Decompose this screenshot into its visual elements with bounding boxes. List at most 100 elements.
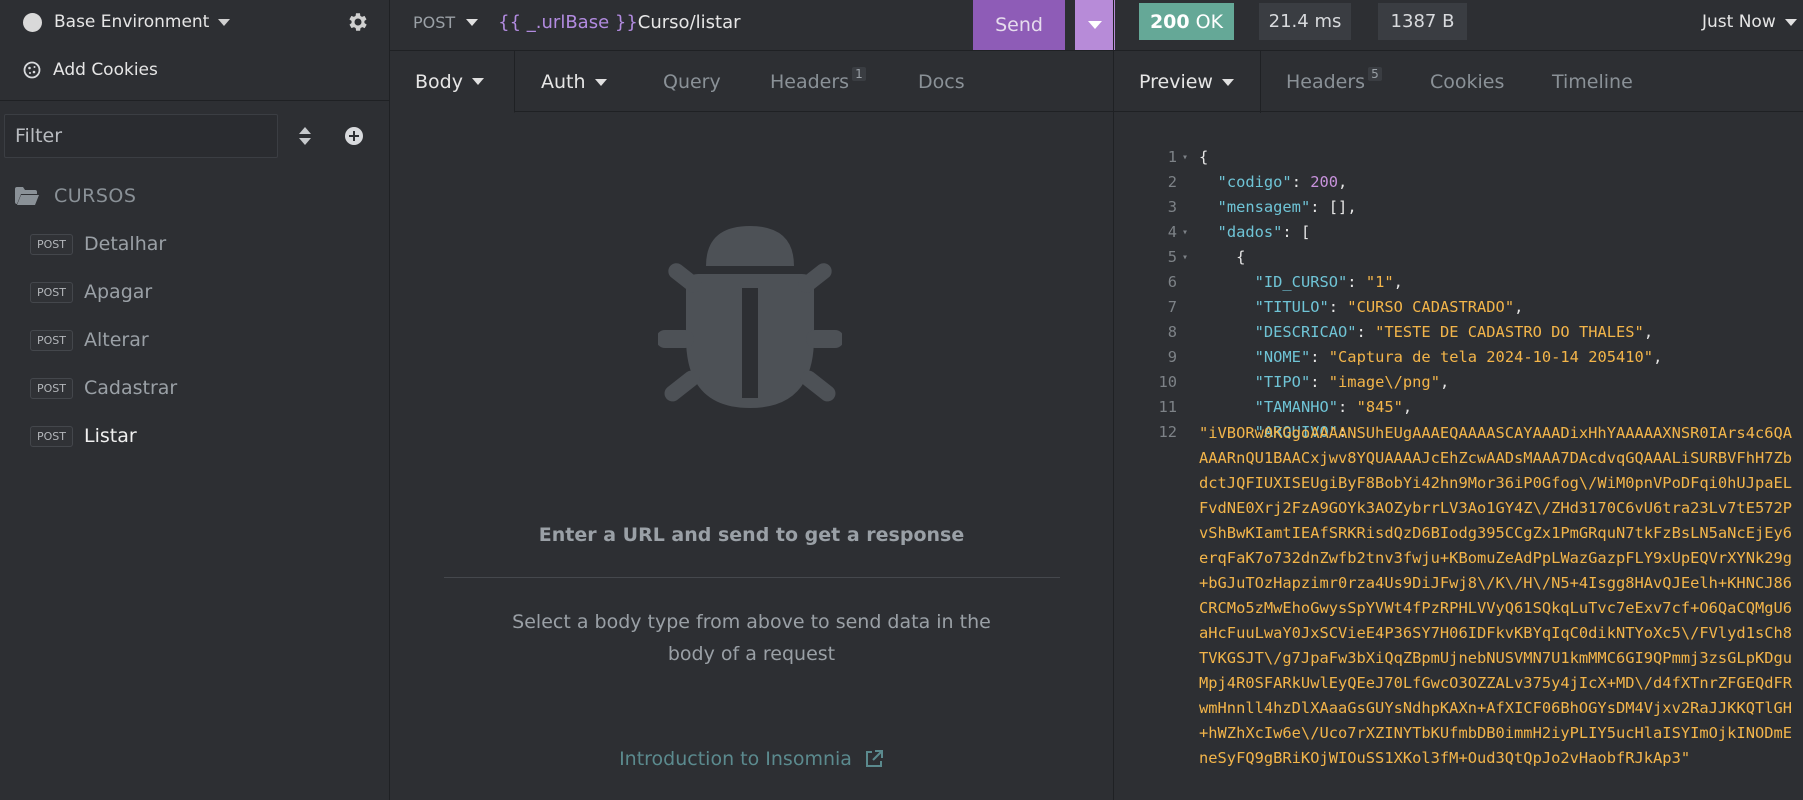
method-badge: POST xyxy=(30,329,73,351)
empty-state-description: Select a body type from above to send da… xyxy=(512,611,991,665)
add-cookies-label: Add Cookies xyxy=(53,60,158,80)
tab-timeline[interactable]: Timeline xyxy=(1552,51,1633,113)
sidebar-item-label: Detalhar xyxy=(84,233,167,255)
introduction-link-label: Introduction to Insomnia xyxy=(619,748,852,770)
response-tabs: Preview Headers 5 Cookies Timeline xyxy=(1114,50,1803,113)
tab-auth[interactable]: Auth xyxy=(541,51,607,113)
tab-body-label: Body xyxy=(415,70,463,93)
tab-preview[interactable]: Preview xyxy=(1114,51,1261,113)
response-time: 21.4 ms xyxy=(1259,3,1351,40)
chevron-down-icon xyxy=(218,18,231,26)
tab-cookies[interactable]: Cookies xyxy=(1430,51,1504,113)
gear-icon[interactable] xyxy=(346,10,370,34)
code-line: 2 "codigo": 200, xyxy=(1167,173,1348,191)
sidebar-divider xyxy=(0,100,390,101)
request-empty-state: Enter a URL and send to get a response S… xyxy=(390,112,1113,800)
code-line: 4 ▾ "dados": [ xyxy=(1167,223,1311,241)
send-button[interactable]: Send xyxy=(973,0,1065,50)
tab-query[interactable]: Query xyxy=(663,51,721,113)
tab-docs-label: Docs xyxy=(918,71,965,93)
folder-label: CURSOS xyxy=(54,185,137,207)
tab-headers-label: Headers xyxy=(770,71,850,93)
code-line: 7 "TITULO": "CURSO CADASTRADO", xyxy=(1167,298,1524,316)
code-line: 1 ▾{ xyxy=(1167,148,1209,166)
add-cookies-button[interactable]: Add Cookies xyxy=(0,48,390,92)
method-badge: POST xyxy=(30,281,73,303)
method-badge: POST xyxy=(30,233,73,255)
bug-icon xyxy=(658,226,842,408)
response-history-dropdown[interactable]: Just Now xyxy=(1702,0,1797,44)
sidebar-item-apagar[interactable]: POST Apagar xyxy=(0,272,390,312)
chevron-down-icon xyxy=(1784,18,1797,26)
sidebar-item-label: Alterar xyxy=(84,329,149,351)
status-code: 200 xyxy=(1149,10,1190,33)
code-line: 12 "ARQUIVO": xyxy=(1158,423,1348,441)
filter-field[interactable] xyxy=(4,114,278,158)
headers-count-badge: 1 xyxy=(852,67,866,81)
sidebar-item-label: Apagar xyxy=(84,281,153,303)
app-window: Base Environment Add Cookies Filter CURS… xyxy=(0,0,1803,800)
empty-state-title: Enter a URL and send to get a response xyxy=(538,524,965,546)
code-line: 10 "TIPO": "image\/png", xyxy=(1158,373,1450,391)
sidebar-item-alterar[interactable]: POST Alterar xyxy=(0,320,390,360)
filter-input[interactable] xyxy=(15,125,277,147)
method-dropdown[interactable]: POST xyxy=(390,12,479,32)
url-path: Curso/listar xyxy=(637,11,741,33)
chevron-down-icon xyxy=(471,78,484,85)
chevron-down-icon xyxy=(1088,21,1102,29)
json-base64-value: "iVBORw0KGgoAAAANSUhEUgAAAEQAAAASCAYAAAD… xyxy=(1199,424,1793,767)
tab-body[interactable]: Body xyxy=(390,51,515,113)
sidebar-item-listar[interactable]: POST Listar xyxy=(0,416,390,456)
status-text: OK xyxy=(1195,10,1224,33)
environment-selector[interactable]: Base Environment xyxy=(0,0,390,44)
chevron-down-icon xyxy=(466,18,479,26)
external-link-icon xyxy=(865,750,883,767)
sort-icon[interactable] xyxy=(297,125,313,147)
method-badge: POST xyxy=(30,377,73,399)
tab-auth-label: Auth xyxy=(541,71,586,93)
tab-headers[interactable]: Headers 1 xyxy=(770,51,866,113)
url-bar: POST {{ _.urlBase }} Curso/listar Send xyxy=(390,0,1115,50)
tab-query-label: Query xyxy=(663,71,721,93)
folder-open-icon xyxy=(15,187,39,205)
cookie-icon xyxy=(23,61,41,79)
sidebar-item-label: Cadastrar xyxy=(84,377,178,399)
status-badge: 200 OK xyxy=(1139,3,1234,40)
chevron-down-icon xyxy=(1221,78,1234,86)
response-headers-count-badge: 5 xyxy=(1368,67,1382,81)
url-variable-tag[interactable]: {{ _.urlBase }} xyxy=(498,12,638,33)
folder-cursos[interactable]: CURSOS xyxy=(0,178,390,214)
code-line: 9 "NOME": "Captura de tela 2024-10-14 20… xyxy=(1167,348,1663,366)
response-meta-bar: 200 OK 21.4 ms 1387 B Just Now xyxy=(1114,0,1803,44)
response-size: 1387 B xyxy=(1378,3,1467,40)
code-line: 8 "DESCRICAO": "TESTE DE CADASTRO DO THA… xyxy=(1167,323,1654,341)
empty-state-divider xyxy=(444,577,1060,578)
sidebar-item-label: Listar xyxy=(84,425,137,447)
tab-cookies-label: Cookies xyxy=(1430,71,1505,93)
code-line: 3 "mensagem": [], xyxy=(1167,198,1357,216)
code-line: 11 "TAMANHO": "845", xyxy=(1158,398,1413,416)
method-label: POST xyxy=(413,12,456,32)
tab-response-headers[interactable]: Headers 5 xyxy=(1286,51,1382,113)
send-options-dropdown[interactable] xyxy=(1075,0,1115,50)
code-line: 6 "ID_CURSO": "1", xyxy=(1167,273,1403,291)
response-timestamp: Just Now xyxy=(1702,12,1776,32)
url-input[interactable]: {{ _.urlBase }} Curso/listar xyxy=(498,12,740,33)
sidebar-item-cadastrar[interactable]: POST Cadastrar xyxy=(0,368,390,408)
tab-docs[interactable]: Docs xyxy=(918,51,965,113)
tab-response-headers-label: Headers xyxy=(1286,71,1366,93)
response-pane: 200 OK 21.4 ms 1387 B Just Now Preview H… xyxy=(1113,0,1803,800)
environment-label: Base Environment xyxy=(54,12,210,32)
tab-preview-label: Preview xyxy=(1139,71,1213,93)
request-tabs: Body Auth Query Headers 1 Docs xyxy=(390,50,1113,113)
introduction-link[interactable]: Introduction to Insomnia xyxy=(390,748,1113,770)
environment-color-dot xyxy=(23,12,42,32)
method-badge: POST xyxy=(30,425,73,447)
response-json-viewer[interactable]: 1 ▾{ 2 "codigo": 200, 3 "mensagem": [], 4… xyxy=(1114,112,1803,800)
tab-timeline-label: Timeline xyxy=(1552,71,1633,93)
sidebar-item-detalhar[interactable]: POST Detalhar xyxy=(0,224,390,264)
code-line: 5 ▾ { xyxy=(1167,248,1246,266)
chevron-down-icon xyxy=(594,78,607,86)
sidebar: Base Environment Add Cookies Filter CURS… xyxy=(0,0,390,800)
add-plus-icon[interactable] xyxy=(344,126,364,146)
